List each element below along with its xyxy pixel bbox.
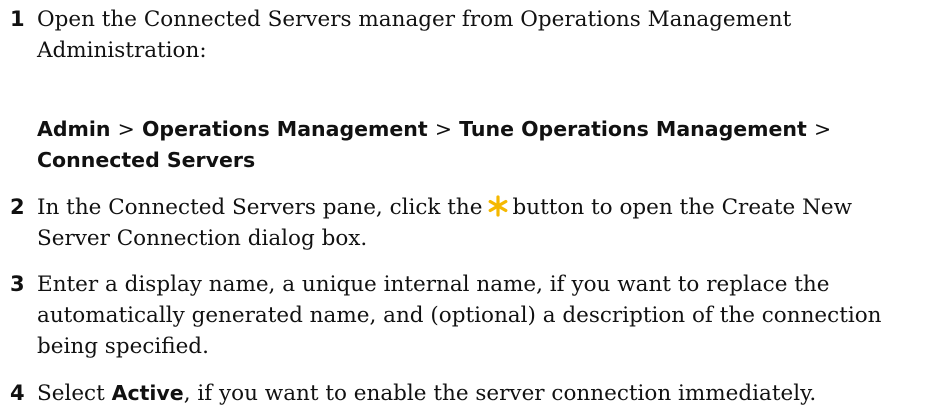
new-star-icon (487, 195, 509, 217)
step-number: 4 (10, 381, 25, 405)
step-2: 2 In the Connected Servers pane, click t… (0, 192, 944, 254)
path-segment: Tune Operations Management (459, 117, 807, 141)
step-text-before: In the Connected Servers pane, click the (37, 195, 483, 220)
path-separator: > (117, 117, 135, 141)
path-separator: > (813, 117, 832, 141)
step-text: Enter a display name, a unique internal … (37, 272, 882, 359)
navigation-path: Admin > Operations Management > Tune Ope… (37, 114, 937, 176)
step-number: 1 (10, 7, 25, 31)
path-segment: Operations Management (142, 117, 428, 141)
path-separator: > (434, 117, 453, 141)
option-name: Active (111, 381, 184, 405)
path-segment: Admin (37, 117, 111, 141)
step-1: 1 Open the Connected Servers manager fro… (0, 4, 944, 66)
step-text: Open the Connected Servers manager from … (37, 7, 792, 63)
path-segment: Connected Servers (37, 148, 256, 172)
step-3: 3 Enter a display name, a unique interna… (0, 269, 944, 362)
step-text-after: , if you want to enable the server conne… (183, 381, 817, 406)
step-text-before: Select (37, 381, 105, 406)
step-number: 3 (10, 272, 25, 296)
step-4: 4 Select Active, if you want to enable t… (0, 378, 944, 409)
step-number: 2 (10, 195, 25, 219)
